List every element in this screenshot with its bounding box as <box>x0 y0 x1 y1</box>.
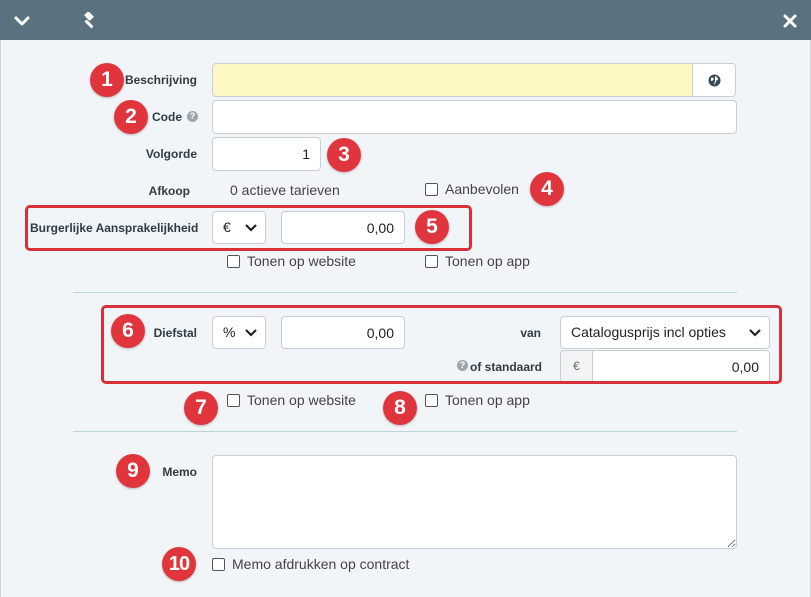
order-label: Volgorde <box>145 147 197 161</box>
theft-show-website-checkbox[interactable] <box>227 394 240 407</box>
theft-show-app-checkbox[interactable] <box>425 394 438 407</box>
help-icon[interactable]: ? <box>187 111 198 122</box>
annotation-box-theft <box>101 305 782 384</box>
annotation-badge-4: 4 <box>530 172 564 206</box>
annotation-badge-5: 5 <box>415 210 449 244</box>
buyout-status: 0 actieve tarieven <box>230 182 340 198</box>
close-icon[interactable] <box>781 12 799 30</box>
liability-show-app-label: Tonen op app <box>445 253 530 269</box>
code-input[interactable] <box>212 100 737 134</box>
section-divider <box>73 431 737 432</box>
section-divider <box>73 292 737 293</box>
description-input[interactable] <box>212 63 694 97</box>
annotation-badge-10: 10 <box>162 547 196 581</box>
recommended-checkbox[interactable] <box>425 183 438 196</box>
annotation-badge-1: 1 <box>90 63 124 97</box>
memo-print-label: Memo afdrukken op contract <box>232 556 410 572</box>
dialog-toolbar <box>0 0 811 40</box>
annotation-badge-2: 2 <box>114 100 148 134</box>
annotation-badge-6: 6 <box>111 314 145 348</box>
chevron-down-icon[interactable] <box>13 12 31 30</box>
buyout-label: Afkoop <box>148 184 190 198</box>
annotation-badge-8: 8 <box>383 391 417 425</box>
order-input[interactable] <box>212 137 321 171</box>
liability-show-app-checkbox[interactable] <box>425 255 438 268</box>
liability-show-website-checkbox[interactable] <box>227 255 240 268</box>
language-button[interactable] <box>692 63 736 97</box>
annotation-badge-7: 7 <box>184 391 218 425</box>
memo-textarea[interactable] <box>212 455 737 549</box>
globe-icon <box>708 74 721 87</box>
theft-show-app-label: Tonen op app <box>445 392 530 408</box>
theft-show-website-label: Tonen op website <box>247 392 356 408</box>
annotation-badge-9: 9 <box>116 454 150 488</box>
recommended-label: Aanbevolen <box>445 181 519 197</box>
annotation-box-liability <box>25 205 472 251</box>
gavel-icon[interactable] <box>80 12 98 30</box>
memo-print-checkbox[interactable] <box>212 558 225 571</box>
liability-show-website-label: Tonen op website <box>247 253 356 269</box>
annotation-badge-3: 3 <box>327 138 361 172</box>
